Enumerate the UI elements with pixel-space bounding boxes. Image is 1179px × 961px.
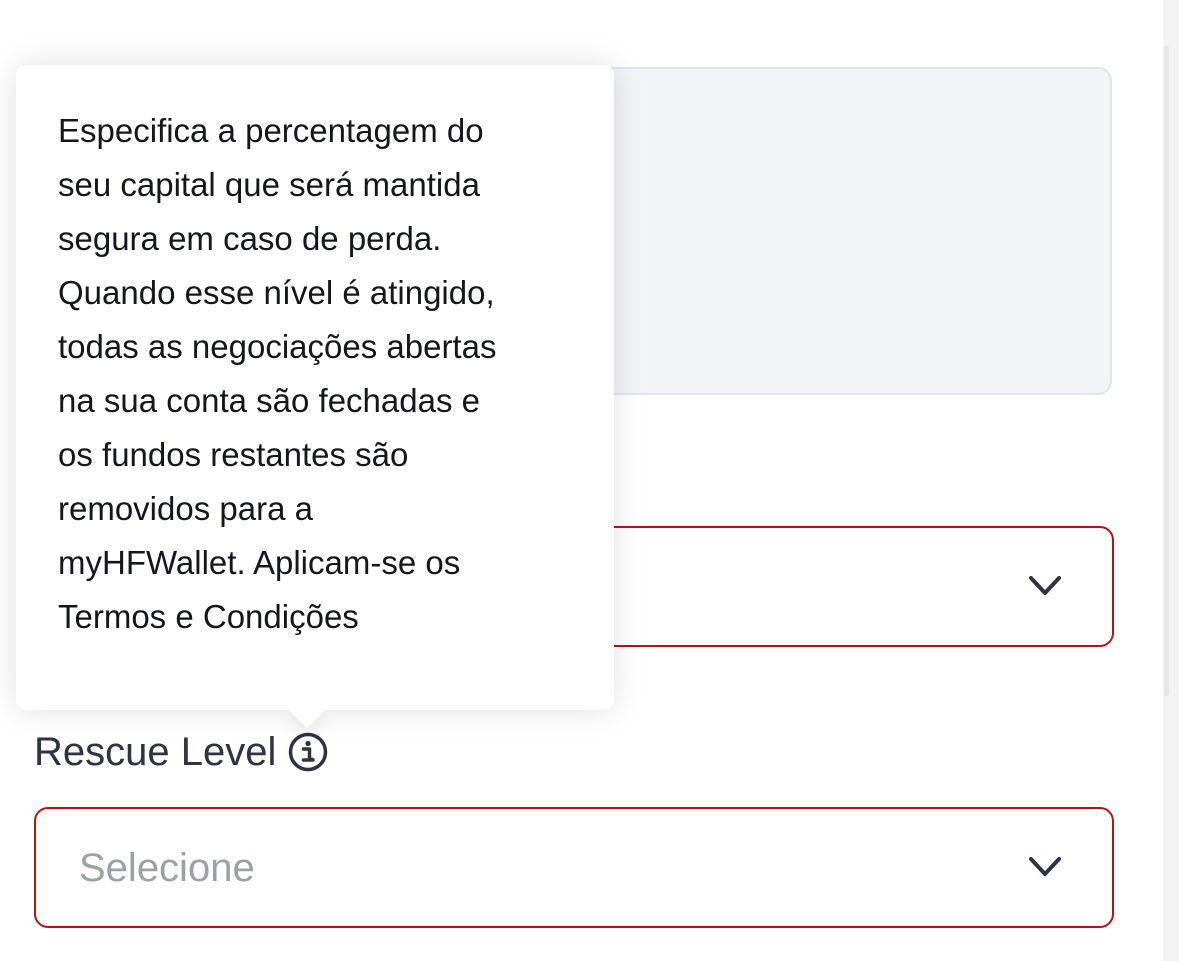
scrollbar-thumb[interactable]	[1164, 46, 1169, 696]
chevron-down-icon	[1029, 576, 1061, 595]
tooltip-text: Especifica a percentagem do seu capital …	[58, 112, 497, 635]
rescue-level-label: Rescue Level	[34, 730, 277, 774]
tooltip-arrow	[288, 691, 326, 729]
rescue-level-tooltip: Especifica a percentagem do seu capital …	[16, 65, 614, 729]
info-icon[interactable]	[288, 732, 328, 772]
text-area-field[interactable]	[546, 67, 1112, 395]
chevron-down-icon	[1029, 857, 1061, 876]
rescue-level-placeholder: Selecione	[79, 846, 255, 890]
rescue-level-select[interactable]: Selecione	[34, 807, 1114, 928]
rescue-level-label-row: Rescue Level	[34, 728, 328, 776]
